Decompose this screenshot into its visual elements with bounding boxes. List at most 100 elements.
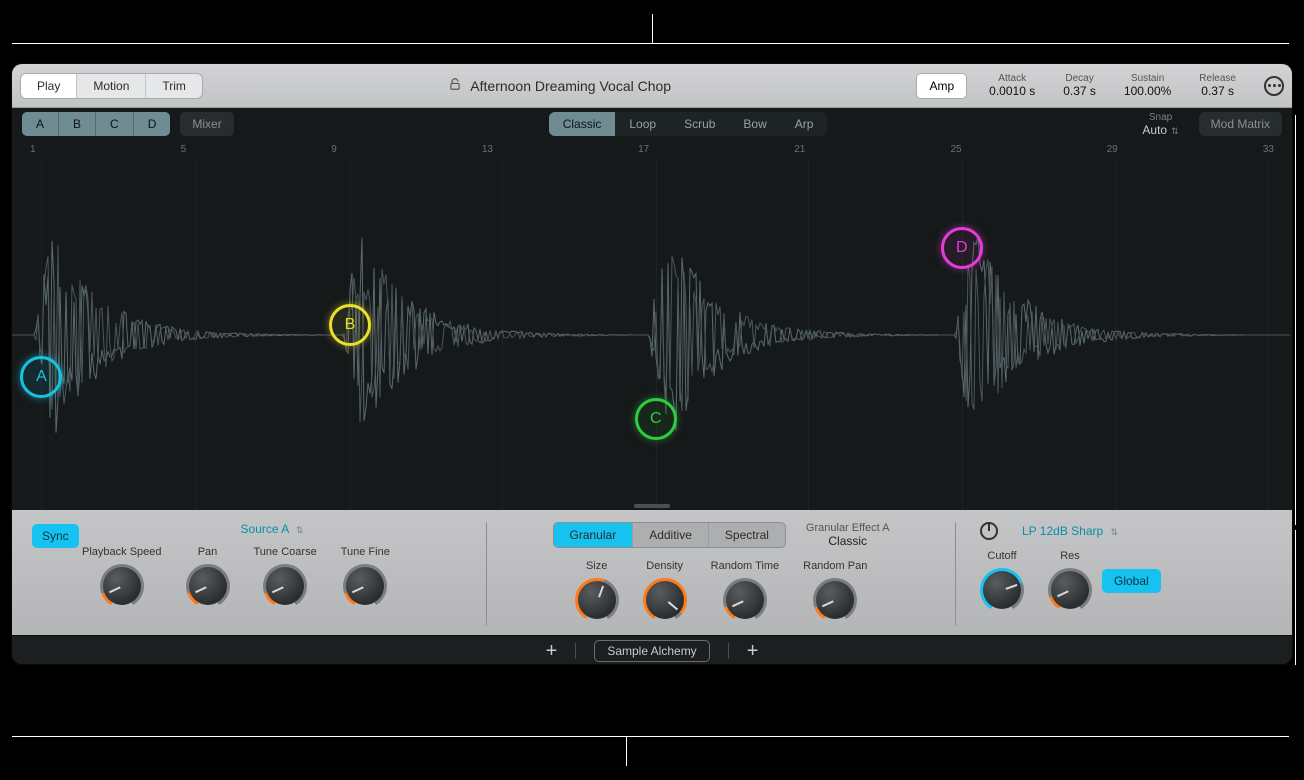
knob-random-pan[interactable] [813,578,857,622]
source-b-button[interactable]: B [59,112,96,136]
mode-spectral[interactable]: Spectral [709,523,785,547]
mode-scrub[interactable]: Scrub [670,112,729,136]
adsr-decay-value: 0.37 s [1063,84,1096,98]
mode-loop[interactable]: Loop [615,112,670,136]
adsr-attack[interactable]: Attack 0.0010 s [975,73,1049,98]
knob-label: Pan [186,546,230,558]
mode-granular[interactable]: Granular [554,523,634,547]
adsr-release[interactable]: Release 0.37 s [1185,73,1250,98]
chevron-updown-icon: ⇅ [1171,126,1179,137]
knob-label: Random Pan [803,560,867,572]
ruler-tick: 29 [1107,144,1118,160]
adsr-release-value: 0.37 s [1199,84,1236,98]
waveform-display[interactable]: 1 5 9 13 17 21 25 29 33 A B C D [12,140,1292,510]
knob-tune-coarse[interactable] [263,564,307,608]
handle-b[interactable]: B [329,304,371,346]
snap-value: Auto [1142,123,1167,137]
filter-type-label: LP 12dB Sharp [1022,524,1103,538]
mode-bow[interactable]: Bow [729,112,780,136]
knob-tune-fine[interactable] [343,564,387,608]
effect-subtitle[interactable]: Classic [806,534,890,548]
more-icon[interactable] [1264,76,1284,96]
amp-button[interactable]: Amp [916,73,967,99]
adsr-decay[interactable]: Decay 0.37 s [1049,73,1110,98]
handle-c[interactable]: C [635,398,677,440]
preset-name: Afternoon Dreaming Vocal Chop [470,78,671,94]
filter-type-selector[interactable]: LP 12dB Sharp ⇅ [1022,524,1118,538]
add-left-icon[interactable]: + [546,641,558,661]
divider [728,643,729,659]
sync-button[interactable]: Sync [32,524,79,548]
knob-label: Random Time [711,560,779,572]
ruler-tick: 33 [1263,144,1274,160]
annotation-line [626,737,627,766]
divider [955,522,956,625]
knob-label: Cutoff [980,550,1024,562]
snap-selector[interactable]: Snap Auto ⇅ [1142,112,1178,137]
annotation-line [1295,530,1296,665]
add-right-icon[interactable]: + [747,641,759,661]
global-button[interactable]: Global [1102,569,1161,593]
mode-additive[interactable]: Additive [633,523,709,547]
playback-mode-seg: Classic Loop Scrub Bow Arp [549,112,828,136]
mixer-button[interactable]: Mixer [180,112,233,136]
effect-title: Granular Effect A [806,522,890,534]
handle-d[interactable]: D [941,227,983,269]
top-bar: Play Motion Trim Afternoon Dreaming Voca… [12,64,1292,108]
adsr-sustain-label: Sustain [1124,73,1171,84]
source-d-button[interactable]: D [134,112,171,136]
knob-label: Density [643,560,687,572]
adsr-sustain[interactable]: Sustain 100.00% [1110,73,1185,98]
chevron-updown-icon: ⇅ [1111,527,1119,538]
mode-arp[interactable]: Arp [781,112,828,136]
mod-matrix-button[interactable]: Mod Matrix [1199,112,1282,136]
source-section: Sync Source A ⇅ Playback Speed Pan Tune … [82,522,462,625]
ruler-tick: 25 [950,144,961,160]
tab-play[interactable]: Play [21,74,77,98]
chevron-updown-icon: ⇅ [296,525,304,536]
annotation-line [652,14,653,44]
ruler-tick: 13 [482,144,493,160]
knob-label: Tune Coarse [254,546,317,558]
divider [575,643,576,659]
knob-pan[interactable] [186,564,230,608]
adsr-readout: Attack 0.0010 s Decay 0.37 s Sustain 100… [975,73,1250,98]
adsr-sustain-value: 100.00% [1124,84,1171,98]
knob-playback-speed[interactable] [100,564,144,608]
snap-label: Snap [1142,112,1178,123]
annotation-line [12,43,1289,44]
knob-density[interactable] [643,578,687,622]
source-a-button[interactable]: A [22,112,59,136]
source-selector-label: Source A [241,522,289,536]
ruler-tick: 5 [181,144,187,160]
plugin-window: Play Motion Trim Afternoon Dreaming Voca… [12,64,1292,664]
adsr-release-label: Release [1199,73,1236,84]
source-c-button[interactable]: C [96,112,134,136]
tab-trim[interactable]: Trim [146,74,202,98]
adsr-attack-value: 0.0010 s [989,84,1035,98]
ruler-tick: 9 [331,144,337,160]
mode-classic[interactable]: Classic [549,112,616,136]
knob-label: Size [575,560,619,572]
ruler-tick: 21 [794,144,805,160]
source-selector[interactable]: Source A ⇅ [82,522,462,536]
knob-cutoff[interactable] [980,568,1024,612]
plugin-chip[interactable]: Sample Alchemy [594,640,709,662]
handle-a[interactable]: A [20,356,62,398]
adsr-attack-label: Attack [989,73,1035,84]
knob-label: Res [1048,550,1092,562]
power-icon[interactable] [980,522,998,540]
preset-title-area[interactable]: Afternoon Dreaming Vocal Chop [211,77,909,94]
tab-motion[interactable]: Motion [77,74,146,98]
footer-bar: + Sample Alchemy + [12,635,1292,664]
resize-handle-icon[interactable] [634,504,670,508]
knob-size[interactable] [575,578,619,622]
controls-panel: Sync Source A ⇅ Playback Speed Pan Tune … [12,510,1292,635]
view-tabs: Play Motion Trim [20,73,203,99]
timeline-ruler: 1 5 9 13 17 21 25 29 33 [12,140,1292,160]
ruler-tick: 1 [30,144,36,160]
sub-toolbar: A B C D Mixer Classic Loop Scrub Bow Arp… [12,108,1292,140]
knob-label: Tune Fine [341,546,390,558]
knob-random-time[interactable] [723,578,767,622]
knob-res[interactable] [1048,568,1092,612]
